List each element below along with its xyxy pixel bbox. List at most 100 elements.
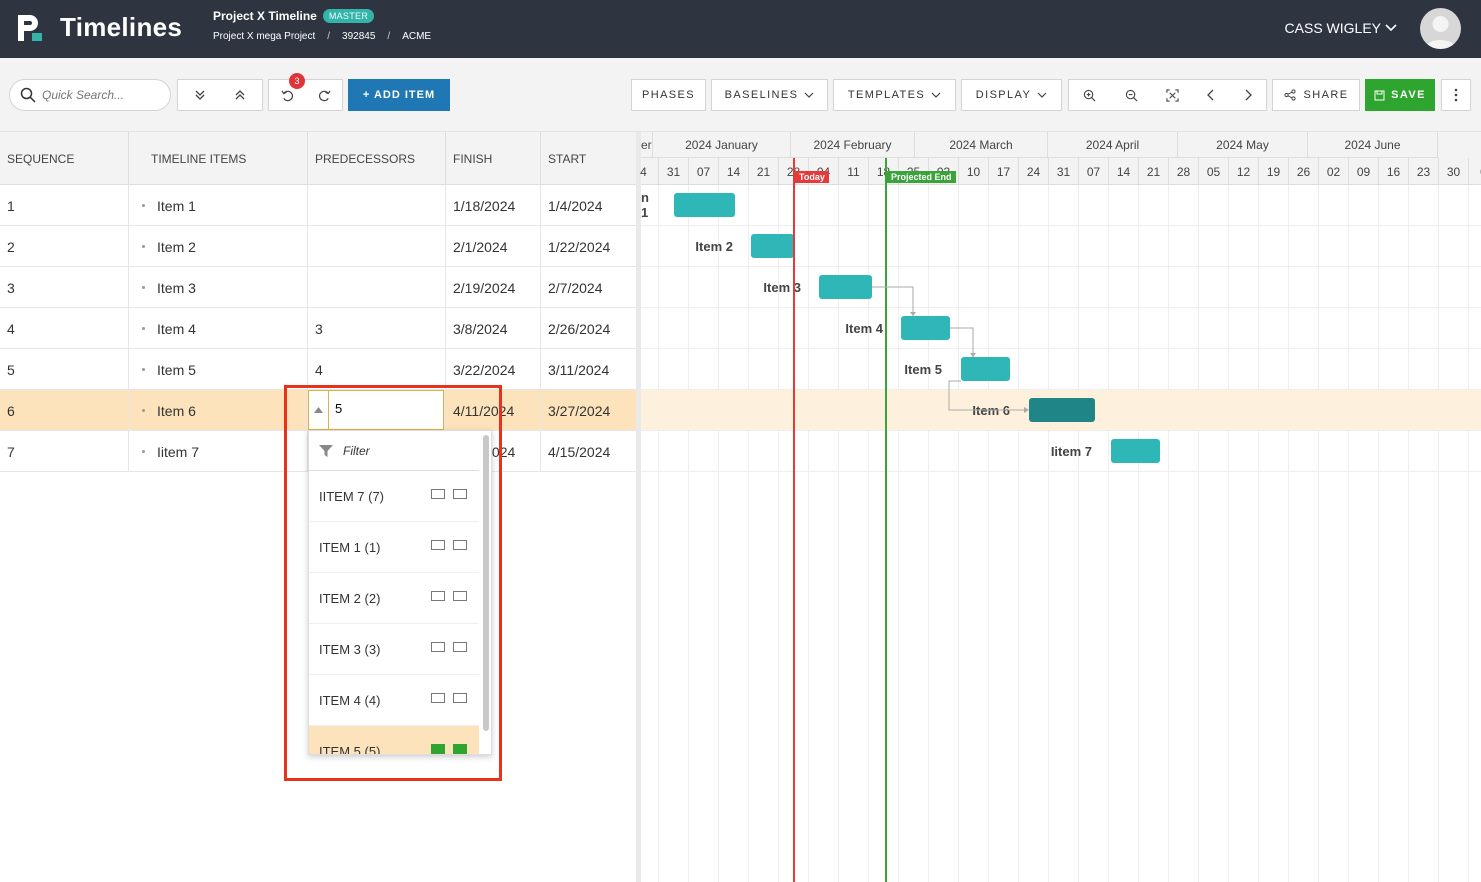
cell-predecessors[interactable]: 3: [308, 308, 446, 349]
link-checkbox[interactable]: [453, 642, 467, 652]
redo-icon[interactable]: [318, 89, 331, 102]
column-header-timeline-items[interactable]: TIMELINE ITEMS: [129, 132, 308, 185]
display-button[interactable]: DISPLAY: [961, 79, 1062, 111]
column-header-predecessors[interactable]: PREDECESSORS: [308, 132, 446, 185]
predecessor-input[interactable]: [335, 401, 435, 416]
link-checkbox[interactable]: [453, 540, 467, 550]
dropdown-option[interactable]: ITEM 2 (2): [309, 573, 479, 624]
lag-checkbox[interactable]: [431, 744, 445, 754]
add-item-button[interactable]: + ADD ITEM: [348, 79, 450, 111]
zoom-in-icon[interactable]: [1083, 89, 1096, 102]
cell-timeline-item[interactable]: Item 5: [129, 349, 308, 390]
lag-checkbox[interactable]: [431, 693, 445, 703]
dropdown-option[interactable]: IITEM 7 (7): [309, 471, 479, 522]
cell-timeline-item[interactable]: Item 4: [129, 308, 308, 349]
cell-timeline-item[interactable]: Item 1: [129, 185, 308, 226]
cell-start[interactable]: 1/4/2024: [541, 185, 636, 226]
gantt-bar[interactable]: [819, 275, 872, 299]
gantt-bar[interactable]: [674, 193, 735, 217]
chevron-right-icon[interactable]: [1244, 89, 1252, 101]
link-checkbox[interactable]: [453, 744, 467, 754]
gantt-bar[interactable]: [751, 234, 794, 258]
cell-finish[interactable]: 2/19/2024: [446, 267, 541, 308]
lag-checkbox[interactable]: [431, 642, 445, 652]
cell-start[interactable]: 1/22/2024: [541, 226, 636, 267]
cell-finish[interactable]: 4/11/2024: [446, 390, 541, 431]
cell-predecessors[interactable]: [308, 267, 446, 308]
project-title: Project X Timeline MASTER: [213, 9, 375, 23]
cell-timeline-item[interactable]: Item 6: [129, 390, 308, 431]
table-row[interactable]: 4 Item 4 3 3/8/2024 2/26/2024: [0, 308, 636, 349]
templates-button[interactable]: TEMPLATES: [833, 79, 956, 111]
table-row[interactable]: 5 Item 5 4 3/22/2024 3/11/2024: [0, 349, 636, 390]
cell-finish[interactable]: 2/1/2024: [446, 226, 541, 267]
undo-icon[interactable]: [280, 89, 294, 102]
dropdown-option[interactable]: ITEM 5 (5): [309, 726, 479, 754]
lag-checkbox[interactable]: [431, 540, 445, 550]
cell-predecessors[interactable]: [308, 226, 446, 267]
cell-sequence[interactable]: 5: [0, 349, 129, 390]
baselines-button[interactable]: BASELINES: [711, 79, 828, 111]
gantt-bar[interactable]: [901, 316, 950, 340]
table-row[interactable]: 3 Item 3 2/19/2024 2/7/2024: [0, 267, 636, 308]
phases-button[interactable]: PHASES: [631, 79, 706, 111]
cell-sequence[interactable]: 7: [0, 431, 129, 472]
lag-checkbox[interactable]: [431, 489, 445, 499]
gantt-bar[interactable]: [1029, 398, 1095, 422]
user-menu[interactable]: CASS WIGLEY: [1285, 20, 1397, 36]
link-checkbox[interactable]: [453, 693, 467, 703]
cell-start[interactable]: 4/15/2024: [541, 431, 636, 472]
cell-timeline-item[interactable]: Iitem 7: [129, 431, 308, 472]
table-row[interactable]: 2 Item 2 2/1/2024 1/22/2024: [0, 226, 636, 267]
cell-finish[interactable]: 3/22/2024: [446, 349, 541, 390]
dropdown-toggle[interactable]: [309, 391, 329, 429]
link-checkbox[interactable]: [453, 489, 467, 499]
chevron-left-icon[interactable]: [1207, 89, 1215, 101]
cell-predecessors[interactable]: 4: [308, 349, 446, 390]
dropdown-option[interactable]: ITEM 4 (4): [309, 675, 479, 726]
column-header-sequence[interactable]: SEQUENCE: [0, 132, 129, 185]
breadcrumb: Project X mega Project / 392845 / ACME: [213, 31, 431, 42]
share-button[interactable]: SHARE: [1272, 79, 1360, 111]
more-options-button[interactable]: [1441, 79, 1471, 111]
lag-checkbox[interactable]: [431, 591, 445, 601]
save-button[interactable]: SAVE: [1365, 79, 1435, 111]
cell-start[interactable]: 2/7/2024: [541, 267, 636, 308]
cell-sequence[interactable]: 2: [0, 226, 129, 267]
cell-predecessors[interactable]: [308, 185, 446, 226]
column-header-start[interactable]: START: [541, 132, 636, 185]
cell-timeline-item[interactable]: Item 2: [129, 226, 308, 267]
gantt-chart: er 2024 January 2024 February 2024 March 202…: [640, 132, 1481, 882]
table-row[interactable]: 1 Item 1 1/18/2024 1/4/2024: [0, 185, 636, 226]
cell-start[interactable]: 3/27/2024: [541, 390, 636, 431]
link-checkbox[interactable]: [453, 591, 467, 601]
gantt-bar[interactable]: [1111, 439, 1160, 463]
gantt-bar[interactable]: [961, 357, 1010, 381]
cell-finish[interactable]: 3/8/2024: [446, 308, 541, 349]
breadcrumb-id[interactable]: 392845: [342, 31, 375, 42]
dropdown-scrollbar[interactable]: [483, 435, 489, 731]
quick-search[interactable]: [9, 79, 171, 111]
dropdown-option[interactable]: ITEM 1 (1): [309, 522, 479, 573]
cell-sequence[interactable]: 4: [0, 308, 129, 349]
cell-finish[interactable]: 1/18/2024: [446, 185, 541, 226]
avatar[interactable]: [1420, 8, 1461, 49]
collapse-all-icon[interactable]: [234, 89, 246, 101]
gantt-bar-label: Item 2: [695, 238, 733, 254]
zoom-out-icon[interactable]: [1125, 89, 1138, 102]
cell-sequence[interactable]: 3: [0, 267, 129, 308]
dropdown-filter[interactable]: Filter: [309, 431, 479, 471]
cell-start[interactable]: 2/26/2024: [541, 308, 636, 349]
dropdown-option[interactable]: ITEM 3 (3): [309, 624, 479, 675]
breadcrumb-company[interactable]: ACME: [402, 31, 431, 42]
breadcrumb-project[interactable]: Project X mega Project: [213, 31, 315, 42]
expand-all-icon[interactable]: [194, 89, 206, 101]
column-header-finish[interactable]: FINISH: [446, 132, 541, 185]
cell-sequence[interactable]: 1: [0, 185, 129, 226]
fit-screen-icon[interactable]: [1166, 88, 1179, 102]
cell-timeline-item[interactable]: Item 3: [129, 267, 308, 308]
cell-sequence[interactable]: 6: [0, 390, 129, 431]
search-input[interactable]: [42, 88, 162, 102]
cell-start[interactable]: 3/11/2024: [541, 349, 636, 390]
predecessor-editor[interactable]: [308, 390, 444, 430]
